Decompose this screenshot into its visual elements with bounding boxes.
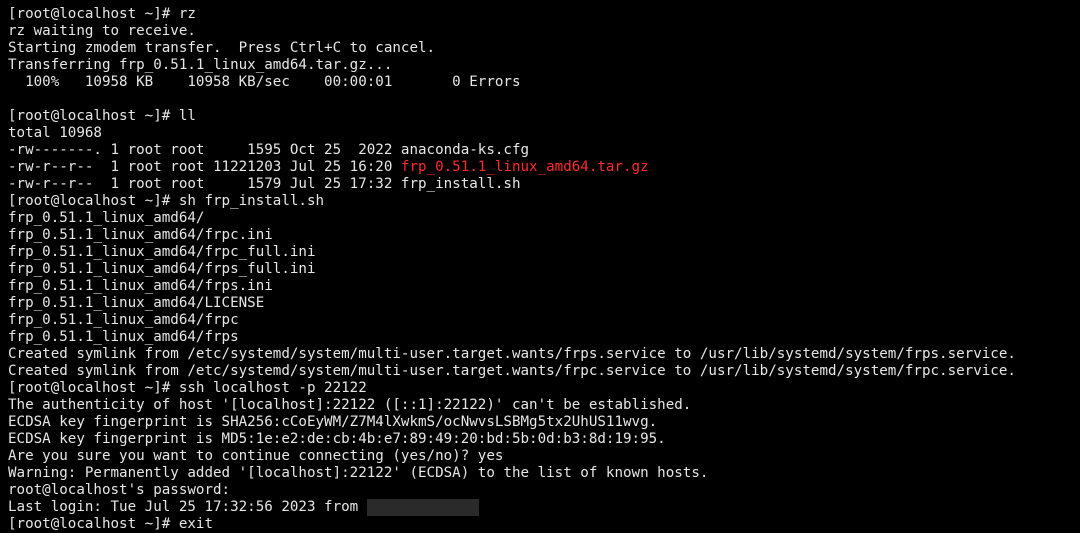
terminal-text: total 10968: [8, 125, 102, 141]
terminal-text: frp_0.51.1_linux_amd64/frps.ini: [8, 278, 273, 294]
terminal-text: frp_0.51.1_linux_amd64/LICENSE: [8, 295, 265, 311]
terminal-line: frp_0.51.1_linux_amd64/frps: [8, 329, 239, 346]
terminal-text: ECDSA key fingerprint is MD5:1e:e2:de:cb…: [8, 431, 666, 447]
terminal-line: [root@localhost ~]# exit: [8, 516, 213, 533]
terminal-line: frp_0.51.1_linux_amd64/: [8, 210, 204, 227]
terminal-line: [root@localhost ~]# ll: [8, 108, 196, 125]
terminal-text: Last login: Tue Jul 25 17:32:56 2023 fro…: [8, 499, 367, 515]
redacted-ip-block: [366, 499, 479, 516]
terminal-text: Transferring frp_0.51.1_linux_amd64.tar.…: [8, 57, 393, 73]
terminal-text: frp_0.51.1_linux_amd64/frps_full.ini: [8, 261, 316, 277]
terminal-text: -rw-r--r-- 1 root root 1579 Jul 25 17:32…: [8, 176, 521, 192]
terminal-line: ECDSA key fingerprint is MD5:1e:e2:de:cb…: [8, 431, 666, 448]
terminal-text: 100% 10958 KB 10958 KB/sec 00:00:01 0 Er…: [8, 74, 521, 90]
terminal-line: frp_0.51.1_linux_amd64/frpc_full.ini: [8, 244, 316, 261]
terminal-line: Warning: Permanently added '[localhost]:…: [8, 465, 708, 482]
terminal-text: Are you sure you want to continue connec…: [8, 448, 504, 464]
terminal-text: The authenticity of host '[localhost]:22…: [8, 397, 692, 413]
terminal-text: frp_0.51.1_linux_amd64/frpc: [8, 312, 239, 328]
terminal-text: Warning: Permanently added '[localhost]:…: [8, 465, 709, 481]
terminal-text: [root@localhost ~]# rz: [8, 6, 196, 22]
terminal-text: [root@localhost ~]# exit: [8, 516, 213, 532]
terminal-text: rz waiting to receive.: [8, 23, 196, 39]
terminal-line: root@localhost's password:: [8, 482, 230, 499]
terminal-line: Last login: Tue Jul 25 17:32:56 2023 fro…: [8, 499, 479, 516]
terminal-line: Created symlink from /etc/systemd/system…: [8, 363, 1016, 380]
terminal-text: -rw-------. 1 root root 1595 Oct 25 2022…: [8, 142, 530, 158]
terminal-text: frp_0.51.1_linux_amd64/frpc.ini: [8, 227, 273, 243]
terminal-line: ECDSA key fingerprint is SHA256:cCoEyWM/…: [8, 414, 657, 431]
terminal-line: [root@localhost ~]# rz: [8, 6, 196, 23]
terminal-line: frp_0.51.1_linux_amd64/frpc.ini: [8, 227, 273, 244]
terminal-text: Starting zmodem transfer. Press Ctrl+C t…: [8, 40, 436, 56]
terminal-line: -rw-r--r-- 1 root root 11221203 Jul 25 1…: [8, 159, 649, 176]
terminal-line: frp_0.51.1_linux_amd64/LICENSE: [8, 295, 264, 312]
terminal-line: Starting zmodem transfer. Press Ctrl+C t…: [8, 40, 435, 57]
terminal-line: The authenticity of host '[localhost]:22…: [8, 397, 691, 414]
terminal-line: Transferring frp_0.51.1_linux_amd64.tar.…: [8, 57, 392, 74]
terminal-line: total 10968: [8, 125, 102, 142]
terminal-text: frp_0.51.1_linux_amd64/: [8, 210, 205, 226]
terminal-text: [root@localhost ~]# ssh localhost -p 221…: [8, 380, 367, 396]
terminal-text: frp_0.51.1_linux_amd64/frps: [8, 329, 239, 345]
terminal-line: -rw-------. 1 root root 1595 Oct 25 2022…: [8, 142, 529, 159]
terminal-line: Created symlink from /etc/systemd/system…: [8, 346, 1016, 363]
terminal-text: frp_0.51.1_linux_amd64/frpc_full.ini: [8, 244, 316, 260]
terminal-text: root@localhost's password:: [8, 482, 231, 498]
terminal-line: frp_0.51.1_linux_amd64/frps_full.ini: [8, 261, 316, 278]
terminal-line: frp_0.51.1_linux_amd64/frps.ini: [8, 278, 273, 295]
terminal-text: -rw-r--r-- 1 root root 11221203 Jul 25 1…: [8, 159, 401, 175]
terminal-line: rz waiting to receive.: [8, 23, 196, 40]
terminal-line: 100% 10958 KB 10958 KB/sec 00:00:01 0 Er…: [8, 74, 521, 91]
terminal-text: Created symlink from /etc/systemd/system…: [8, 363, 1016, 379]
terminal-line: [root@localhost ~]# ssh localhost -p 221…: [8, 380, 367, 397]
terminal-window[interactable]: [root@localhost ~]# rz rz waiting to rece…: [0, 0, 1080, 533]
terminal-text: [root@localhost ~]# sh frp_install.sh: [8, 193, 325, 209]
terminal-line: frp_0.51.1_linux_amd64/frpc: [8, 312, 239, 329]
terminal-line: [root@localhost ~]# sh frp_install.sh: [8, 193, 324, 210]
terminal-text: [root@localhost ~]# ll: [8, 108, 196, 124]
terminal-line: -rw-r--r-- 1 root root 1579 Jul 25 17:32…: [8, 176, 521, 193]
archive-filename: frp_0.51.1_linux_amd64.tar.gz: [400, 159, 649, 175]
terminal-text: Created symlink from /etc/systemd/system…: [8, 346, 1016, 362]
terminal-line: Are you sure you want to continue connec…: [8, 448, 503, 465]
terminal-text: ECDSA key fingerprint is SHA256:cCoEyWM/…: [8, 414, 658, 430]
